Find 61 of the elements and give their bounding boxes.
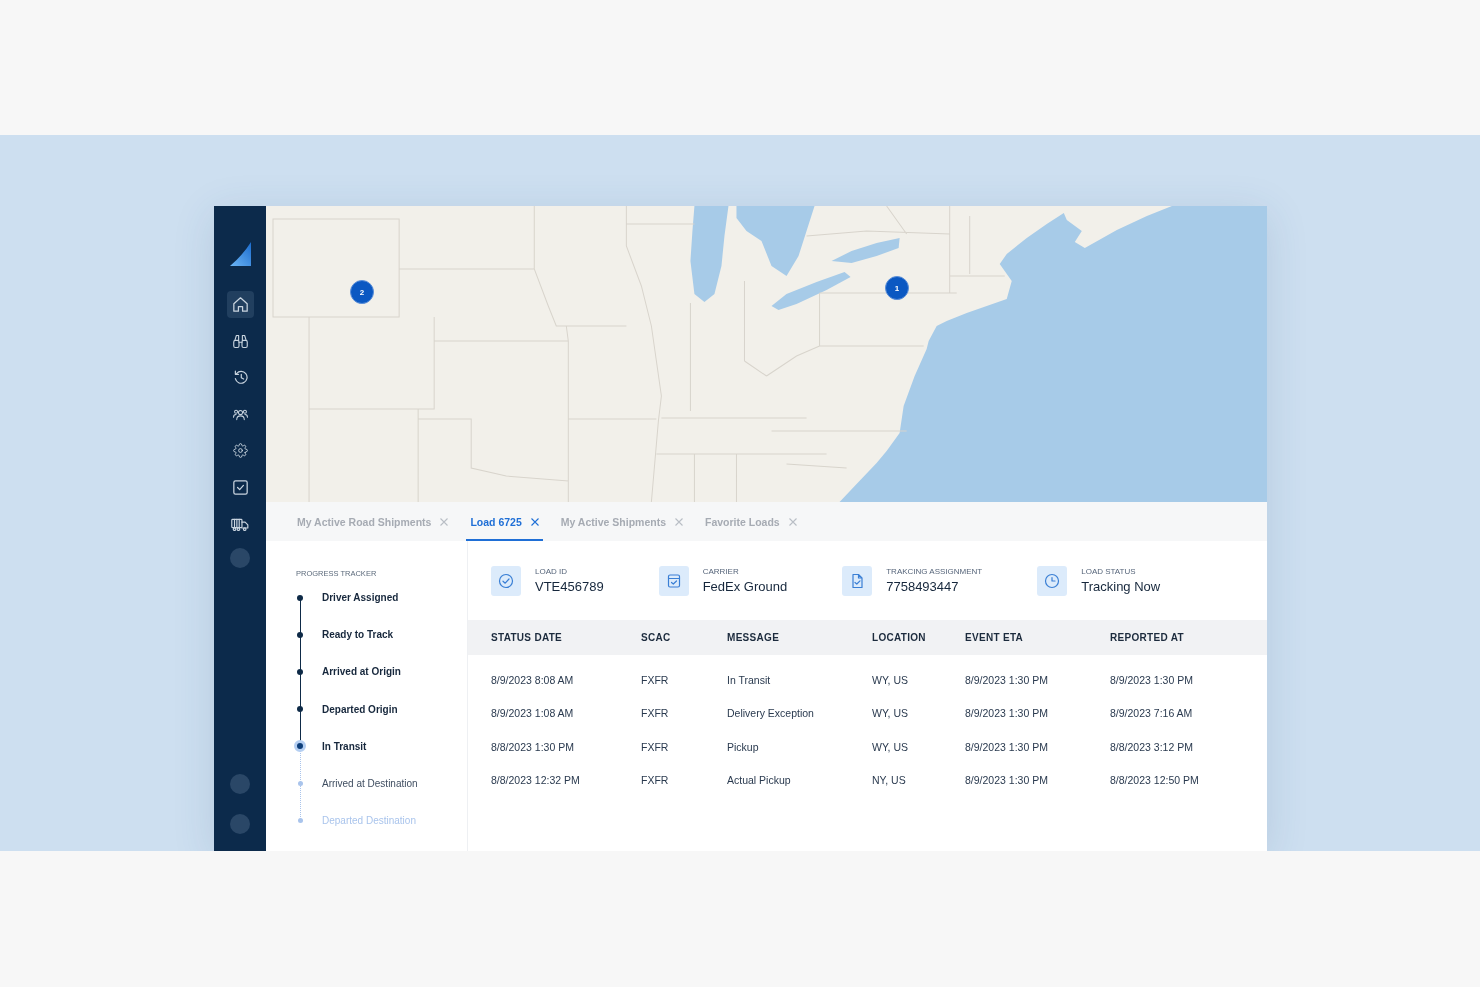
step-label: Departed Origin [322, 703, 398, 715]
table-cell: 8/8/2023 1:30 PM [491, 740, 574, 753]
step-label: Arrived at Origin [322, 666, 401, 678]
field-value: Tracking Now [1081, 578, 1161, 595]
table-cell: WY, US [872, 707, 908, 720]
table-cell: Pickup [727, 740, 759, 753]
circle-icon [230, 547, 250, 568]
binoculars-icon [232, 333, 248, 349]
clock-icon [1037, 565, 1068, 596]
table-cell: NY, US [872, 774, 906, 787]
table-cell: 8/9/2023 1:30 PM [965, 707, 1048, 720]
table-cell: Actual Pickup [727, 774, 791, 787]
table-cell: 8/8/2023 12:32 PM [491, 774, 580, 787]
step-label: In Transit [322, 740, 367, 752]
column-header: STATUS DATE [491, 632, 563, 643]
table-cell: 8/9/2023 1:30 PM [1110, 673, 1193, 686]
table-cell: 8/9/2023 1:08 AM [491, 707, 574, 720]
table-cell: 8/9/2023 7:16 AM [1110, 707, 1193, 720]
table-cell: 8/8/2023 3:12 PM [1110, 740, 1193, 753]
step-label: Driver Assigned [322, 592, 399, 604]
field-value: VTE456789 [535, 578, 604, 595]
table-cell: 8/9/2023 8:08 AM [491, 673, 574, 686]
column-header: REPORTED AT [1110, 632, 1184, 643]
truck-icon [231, 517, 249, 531]
table-cell: 8/9/2023 1:30 PM [965, 740, 1048, 753]
column-header: MESSAGE [727, 632, 780, 643]
tab[interactable]: Load 6725 [466, 502, 543, 541]
table-cell: Delivery Exception [727, 707, 814, 720]
column-header: SCAC [641, 632, 671, 643]
table-cell: WY, US [872, 673, 908, 686]
table-cell: FXFR [641, 673, 669, 686]
sidebar-nav-item[interactable] [226, 291, 254, 318]
field-label: CARRIER [702, 566, 740, 577]
calendar-check-icon [658, 565, 689, 596]
logo-icon [229, 242, 251, 266]
table-cell: FXFR [641, 707, 669, 720]
table-cell: 8/8/2023 12:50 PM [1110, 774, 1199, 787]
history-icon [232, 370, 248, 386]
step-label: Departed Destination [322, 815, 416, 827]
field-label: TRAKCING ASSIGNMENT [886, 566, 983, 577]
settings-icon [232, 443, 248, 459]
circle-icon [230, 774, 250, 794]
field-value: 7758493447 [886, 578, 960, 595]
table-cell: FXFR [641, 740, 669, 753]
step-label: Ready to Track [322, 629, 394, 641]
column-header: LOCATION [872, 632, 926, 643]
step-label: Arrived at Destination [322, 778, 418, 790]
field-label: LOAD ID [535, 566, 568, 577]
close-icon[interactable] [530, 517, 539, 526]
circle-icon [230, 814, 250, 834]
column-header: EVENT ETA [965, 632, 1024, 643]
checked-box-icon [232, 479, 248, 495]
field-label: LOAD STATUS [1081, 566, 1137, 577]
table-cell: 8/9/2023 1:30 PM [965, 774, 1048, 787]
table-cell: 8/9/2023 1:30 PM [965, 673, 1048, 686]
table-cell: In Transit [727, 673, 771, 686]
home-icon [232, 297, 248, 312]
table-cell: WY, US [872, 740, 908, 753]
document-check-icon [842, 565, 873, 596]
table-cell: FXFR [641, 774, 669, 787]
field-value: FedEx Ground [702, 578, 788, 595]
